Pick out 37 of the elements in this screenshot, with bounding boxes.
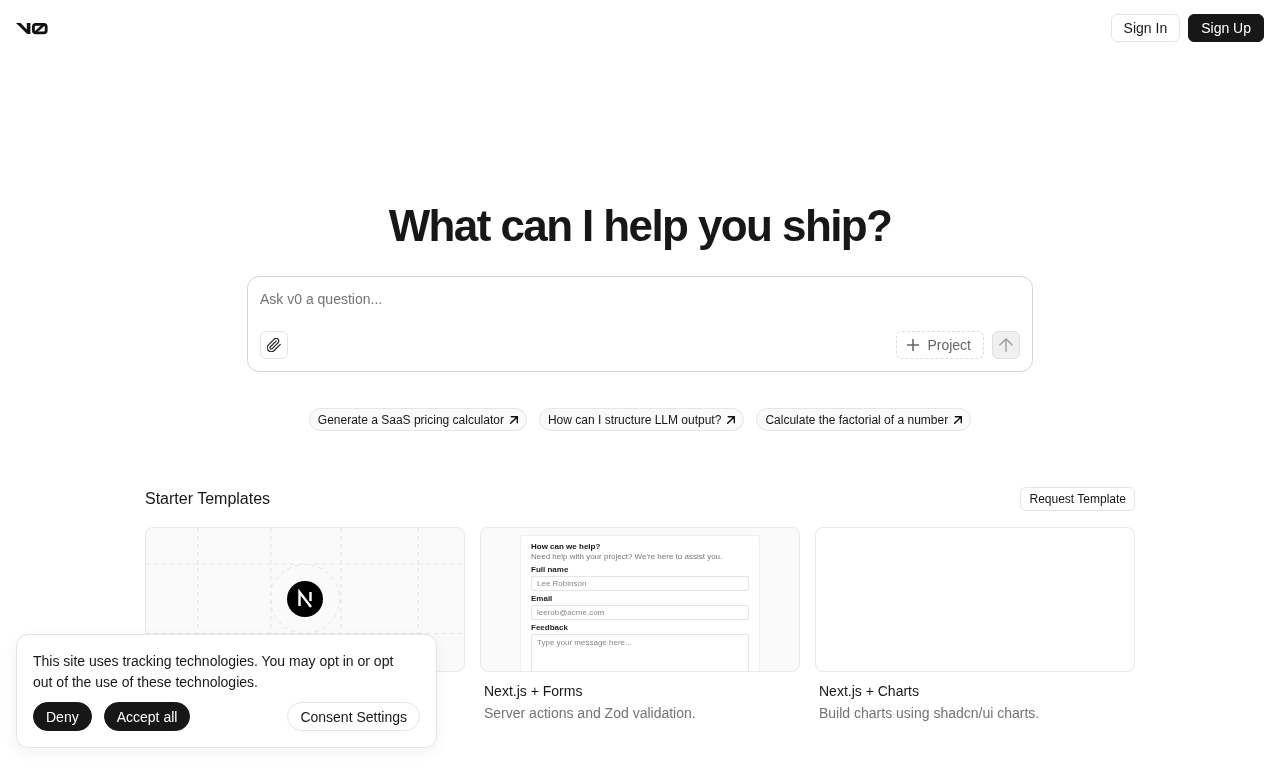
- template-preview[interactable]: How can we help? Need help with your project? We're here to assist you. Full name Lee Robinson Email leerob@acme.com Feedback Type your message here...: [480, 527, 800, 672]
- template-title[interactable]: Next.js + Charts: [815, 681, 919, 701]
- template-title[interactable]: Next.js + Forms: [480, 681, 583, 701]
- consent-button[interactable]: Deny: [33, 702, 92, 731]
- template-description: Server actions and Zod validation.: [483, 704, 697, 723]
- logo-icon[interactable]: [16, 20, 48, 36]
- arrow-up-right-icon: [509, 415, 518, 424]
- arrow-up-icon: [999, 338, 1013, 352]
- textarea-field: Type your message here...: [531, 634, 749, 671]
- auth-button[interactable]: Sign In: [1110, 14, 1181, 42]
- auth-button[interactable]: Sign Up: [1188, 14, 1264, 42]
- form-subheading: Need help with your project? We're here to assist you.: [531, 552, 724, 562]
- field-label: Email: [531, 594, 554, 604]
- form-heading: How can we help?: [531, 542, 602, 552]
- suggestion-chip[interactable]: Calculate the factorial of a number: [756, 408, 972, 431]
- suggestion-chip[interactable]: How can I structure LLM output?: [538, 408, 745, 431]
- project-button[interactable]: Project: [896, 331, 984, 359]
- section-title: Starter Templates: [145, 490, 271, 508]
- prompt-input[interactable]: Ask v0 a question...: [260, 289, 1020, 309]
- plus-icon: [907, 339, 920, 351]
- arrow-up-right-icon: [727, 415, 736, 424]
- input-field: leerob@acme.com: [531, 605, 749, 620]
- arrow-up-right-icon: [954, 415, 963, 424]
- hero-heading: What can I help you ship?: [388, 202, 892, 250]
- field-label: Feedback: [531, 623, 569, 633]
- paperclip-icon: [267, 338, 281, 352]
- n-logo-icon: [287, 581, 323, 617]
- input-field: Lee Robinson: [531, 576, 749, 591]
- consent-button[interactable]: Accept all: [103, 702, 191, 731]
- attach-button[interactable]: [260, 331, 288, 359]
- request-template-button[interactable]: Request Template: [1020, 487, 1135, 511]
- suggestion-chip[interactable]: Generate a SaaS pricing calculator: [308, 408, 527, 431]
- template-description: Build charts using shadcn/ui charts.: [818, 704, 1041, 723]
- cookie-message: This site uses tracking technologies. You may opt in or opt out of the use of these technologies.: [33, 652, 395, 692]
- prompt-box[interactable]: Ask v0 a question... Project: [247, 276, 1033, 372]
- consent-button[interactable]: Consent Settings: [287, 702, 420, 731]
- field-label: Full name: [531, 565, 570, 575]
